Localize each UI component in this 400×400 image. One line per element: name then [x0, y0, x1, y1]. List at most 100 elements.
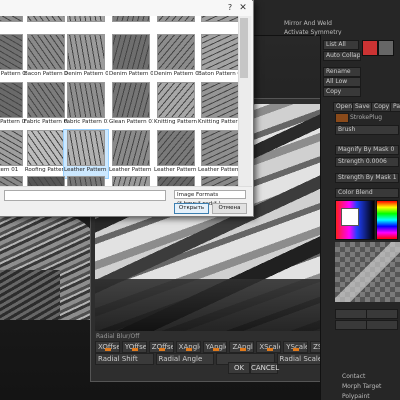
radial-option-1[interactable] — [335, 309, 367, 319]
file-tile[interactable]: Leather Pattern 02 — [109, 130, 153, 178]
file-tile[interactable]: Leather Pattern 03 — [154, 130, 198, 178]
save-button[interactable]: Save — [352, 102, 372, 112]
file-tile[interactable]: Fabric Pattern 01 — [0, 82, 26, 130]
file-tile[interactable]: Pattern 01 — [0, 130, 26, 178]
file-tile[interactable]: Denim Pattern 01 — [64, 34, 108, 82]
pattern-thumbnail — [157, 82, 195, 118]
file-tile[interactable] — [24, 16, 68, 34]
xangle-slider[interactable]: XAngle 0 — [175, 341, 201, 353]
file-tile[interactable] — [64, 176, 108, 186]
radial-blur-label: Radial Blur/Off — [96, 333, 140, 340]
radial-option-4[interactable] — [366, 320, 398, 330]
dialog-cancel-button[interactable]: Отмена — [212, 203, 247, 214]
brush-toggle[interactable] — [335, 113, 349, 123]
help-icon[interactable]: ? — [225, 3, 235, 13]
pattern-thumbnail — [112, 34, 150, 70]
strength-by-mask-slider[interactable]: Strength By Mask 1 — [335, 173, 399, 183]
morph-target-button[interactable]: Morph Target — [342, 383, 381, 390]
file-tile[interactable]: Bacon Pattern 01 — [0, 34, 26, 82]
polypaint-button[interactable]: Polypaint — [342, 393, 370, 400]
pattern-thumbnail — [0, 176, 23, 186]
copy-button-2[interactable]: Copy — [371, 102, 391, 112]
radial-option-2[interactable] — [366, 309, 398, 319]
pattern-thumbnail — [112, 176, 150, 186]
pattern-thumbnail — [27, 82, 65, 118]
mesh-shadow — [95, 279, 335, 331]
zangle-slider[interactable]: ZAngle 0 — [229, 341, 255, 353]
filename-input[interactable] — [4, 190, 166, 201]
file-tile[interactable]: Glean Pattern 01 — [109, 82, 153, 130]
file-tile-caption: Glean Pattern 01 — [109, 119, 153, 125]
file-tile-caption: Knitting Pattern 01 — [154, 119, 198, 125]
pattern-thumbnail — [67, 82, 105, 118]
file-tile[interactable] — [198, 16, 238, 34]
file-tile[interactable] — [198, 176, 238, 186]
file-tile[interactable]: Fabric Pattern 02 — [24, 82, 68, 130]
brush-bar[interactable]: Brush — [335, 125, 399, 135]
zoffset-slider[interactable]: ZOffset 0 — [148, 341, 174, 353]
file-tile[interactable]: Baton Pattern 01 — [198, 34, 238, 82]
file-tile[interactable] — [0, 176, 26, 186]
yscale-slider[interactable]: YScale 1 — [283, 341, 309, 353]
file-tile[interactable] — [109, 176, 153, 186]
open-button[interactable]: Открыть — [174, 203, 209, 214]
radial-angle-slider[interactable]: Radial Angle — [155, 353, 214, 365]
file-tile[interactable] — [154, 176, 198, 186]
file-type-select[interactable]: Image Formats (*.bmp;*.psd;*.) — [174, 190, 246, 207]
ok-button[interactable]: OK — [228, 362, 250, 374]
subtool-thumb2-icon[interactable] — [378, 40, 394, 56]
file-tile[interactable]: Denim Pattern 04 — [154, 34, 198, 82]
radial-option-3[interactable] — [335, 320, 367, 330]
pattern-thumbnail — [0, 130, 23, 166]
mirror-and-weld-button[interactable]: Mirror And Weld — [284, 20, 332, 27]
file-tile-caption: Baton Pattern 01 — [198, 71, 238, 77]
pattern-thumbnail — [201, 82, 238, 118]
list-all-button[interactable]: List All — [323, 40, 359, 50]
auto-collapse-button[interactable]: Auto Collapse — [323, 51, 361, 61]
hue-strip[interactable] — [376, 200, 398, 240]
file-tile[interactable]: Denim Pattern 02 — [109, 34, 153, 82]
file-tile[interactable] — [64, 16, 108, 34]
xoffset-slider[interactable]: XOffset 0 — [95, 341, 120, 353]
copy-button[interactable]: Copy — [323, 87, 361, 97]
scrollbar-thumb[interactable] — [240, 18, 248, 78]
radial-shift-slider[interactable]: Radial Shift — [95, 353, 154, 365]
strength-slider[interactable]: Strength 0.0006 — [335, 157, 399, 167]
file-tile[interactable]: Knitting Pattern 02 — [198, 82, 238, 130]
open-button[interactable]: Open — [333, 102, 353, 112]
cancel-button[interactable]: CANCEL — [250, 362, 279, 374]
pattern-thumbnail — [67, 34, 105, 70]
file-tile[interactable]: Leather Pattern 04 — [198, 130, 238, 178]
file-tile[interactable] — [109, 16, 153, 34]
magnify-by-mask-slider[interactable]: Magnify By Mask 0 — [335, 145, 399, 155]
dialog-titlebar[interactable] — [0, 0, 252, 16]
color-swatch-white[interactable] — [341, 208, 359, 226]
file-tile[interactable] — [0, 16, 26, 34]
all-low-button[interactable]: All Low — [323, 77, 361, 87]
paste-button[interactable]: Paste — [390, 102, 400, 112]
file-tile[interactable]: Bacon Pattern 02 — [24, 34, 68, 82]
file-tile-caption: Fabric Pattern 03 — [64, 119, 108, 125]
subtool-thumb-icon[interactable] — [362, 40, 378, 56]
file-tile[interactable]: Knitting Pattern 01 — [154, 82, 198, 130]
file-tile-caption: Leather Pattern 04 — [198, 167, 238, 173]
file-tile[interactable]: Roofing Pattern — [24, 130, 68, 178]
file-tile[interactable] — [154, 16, 198, 34]
file-tile[interactable] — [24, 176, 68, 186]
file-tile-caption: Pattern 01 — [0, 167, 19, 173]
pattern-thumbnail — [67, 176, 105, 186]
file-tile-caption: Bacon Pattern 02 — [24, 71, 68, 77]
file-tile[interactable]: Leather Pattern 01 — [63, 129, 109, 179]
yangle-slider[interactable]: YAngle 0 — [202, 341, 228, 353]
pattern-thumbnail — [157, 176, 195, 186]
xscale-slider[interactable]: XScale 1 — [256, 341, 282, 353]
yoffset-slider[interactable]: YOffset 0 — [121, 341, 147, 353]
rename-button[interactable]: Rename — [323, 67, 361, 77]
color-blend-slider[interactable]: Color Blend — [335, 188, 399, 198]
pattern-thumbnail — [201, 16, 238, 22]
stroke-plug-label: StrokePlug — [350, 114, 383, 121]
file-tile[interactable]: Fabric Pattern 03 — [64, 82, 108, 130]
contact-button[interactable]: Contact — [342, 373, 365, 380]
pattern-thumbnail — [201, 176, 238, 186]
close-icon[interactable]: ✕ — [238, 3, 248, 13]
